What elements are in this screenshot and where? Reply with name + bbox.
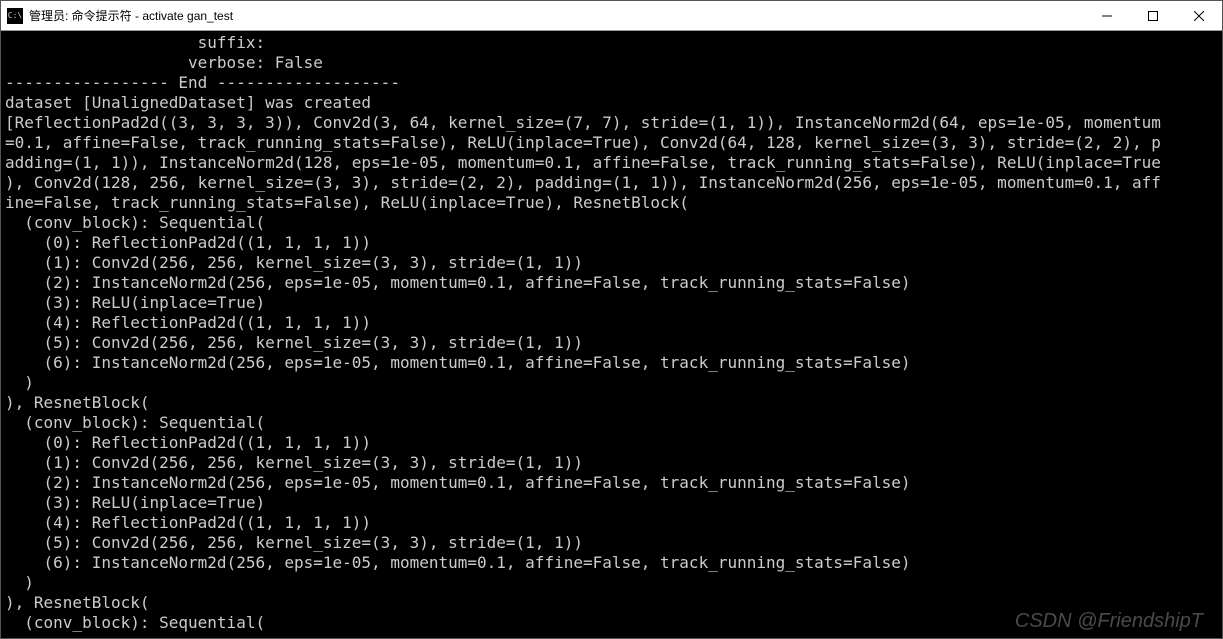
close-icon	[1194, 11, 1204, 21]
window-controls	[1084, 1, 1222, 30]
maximize-icon	[1148, 11, 1158, 21]
minimize-icon	[1102, 11, 1112, 21]
maximize-button[interactable]	[1130, 1, 1176, 30]
cmd-icon	[7, 8, 23, 24]
minimize-button[interactable]	[1084, 1, 1130, 30]
titlebar[interactable]: 管理员: 命令提示符 - activate gan_test	[1, 1, 1222, 31]
window-title: 管理员: 命令提示符 - activate gan_test	[29, 7, 1084, 24]
close-button[interactable]	[1176, 1, 1222, 30]
terminal-output[interactable]: suffix: verbose: False -----------------…	[1, 31, 1222, 638]
window: 管理员: 命令提示符 - activate gan_test suffix: v…	[0, 0, 1223, 639]
